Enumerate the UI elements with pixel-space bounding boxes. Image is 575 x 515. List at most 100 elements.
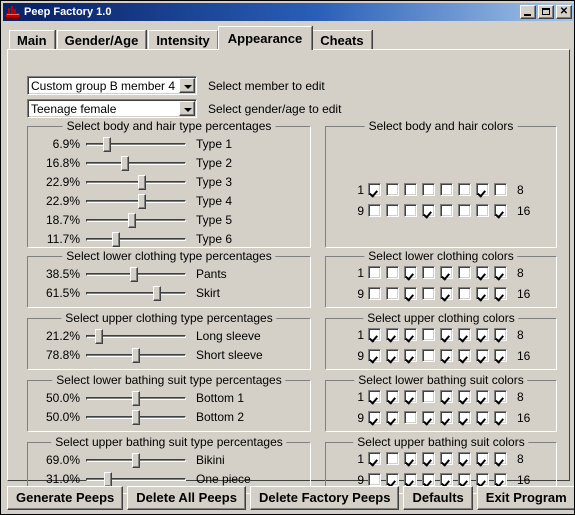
- color-checkbox[interactable]: [440, 390, 453, 403]
- color-checkbox[interactable]: [458, 328, 471, 341]
- color-checkbox[interactable]: [404, 349, 417, 362]
- chevron-down-icon[interactable]: [179, 101, 195, 116]
- color-checkbox[interactable]: [440, 349, 453, 362]
- color-checkbox[interactable]: [440, 452, 453, 465]
- color-checkbox[interactable]: [422, 328, 435, 341]
- color-checkbox[interactable]: [404, 204, 417, 217]
- color-checkbox[interactable]: [386, 411, 399, 424]
- slider-track[interactable]: [86, 143, 186, 146]
- delete-all-peeps-button[interactable]: Delete All Peeps: [127, 486, 246, 510]
- slider-thumb[interactable]: [132, 410, 140, 425]
- generate-peeps-button[interactable]: Generate Peeps: [7, 486, 124, 510]
- member-select[interactable]: Custom group B member 4: [27, 76, 197, 95]
- color-checkbox[interactable]: [440, 328, 453, 341]
- color-checkbox[interactable]: [368, 183, 381, 196]
- close-button[interactable]: ✕: [556, 5, 572, 19]
- slider-thumb[interactable]: [130, 267, 138, 282]
- tab-cheats[interactable]: Cheats: [312, 30, 372, 50]
- color-checkbox[interactable]: [386, 287, 399, 300]
- slider-track[interactable]: [86, 478, 186, 481]
- color-checkbox[interactable]: [476, 349, 489, 362]
- slider-thumb[interactable]: [132, 453, 140, 468]
- delete-factory-peeps-button[interactable]: Delete Factory Peeps: [249, 486, 400, 510]
- color-checkbox[interactable]: [476, 266, 489, 279]
- slider-thumb[interactable]: [132, 348, 140, 363]
- color-checkbox[interactable]: [476, 183, 489, 196]
- color-checkbox[interactable]: [368, 328, 381, 341]
- color-checkbox[interactable]: [458, 349, 471, 362]
- color-checkbox[interactable]: [422, 390, 435, 403]
- color-checkbox[interactable]: [368, 266, 381, 279]
- color-checkbox[interactable]: [404, 266, 417, 279]
- color-checkbox[interactable]: [494, 266, 507, 279]
- color-checkbox[interactable]: [422, 452, 435, 465]
- color-checkbox[interactable]: [476, 287, 489, 300]
- color-checkbox[interactable]: [404, 183, 417, 196]
- slider-track[interactable]: [86, 219, 186, 222]
- slider-thumb[interactable]: [103, 137, 111, 152]
- color-checkbox[interactable]: [386, 204, 399, 217]
- defaults-button[interactable]: Defaults: [403, 486, 473, 510]
- color-checkbox[interactable]: [422, 349, 435, 362]
- color-checkbox[interactable]: [458, 183, 471, 196]
- color-checkbox[interactable]: [494, 204, 507, 217]
- color-checkbox[interactable]: [458, 411, 471, 424]
- color-checkbox[interactable]: [368, 287, 381, 300]
- tab-appearance[interactable]: Appearance: [217, 26, 313, 50]
- slider-track[interactable]: [86, 200, 186, 203]
- color-checkbox[interactable]: [422, 266, 435, 279]
- color-checkbox[interactable]: [386, 390, 399, 403]
- color-checkbox[interactable]: [494, 328, 507, 341]
- color-checkbox[interactable]: [422, 287, 435, 300]
- color-checkbox[interactable]: [386, 266, 399, 279]
- slider-track[interactable]: [86, 181, 186, 184]
- tab-intensity[interactable]: Intensity: [148, 30, 218, 50]
- maximize-button[interactable]: [538, 5, 554, 19]
- color-checkbox[interactable]: [368, 411, 381, 424]
- slider-thumb[interactable]: [153, 286, 161, 301]
- color-checkbox[interactable]: [368, 204, 381, 217]
- color-checkbox[interactable]: [422, 204, 435, 217]
- gender-age-select[interactable]: Teenage female: [27, 99, 197, 118]
- color-checkbox[interactable]: [440, 287, 453, 300]
- color-checkbox[interactable]: [494, 452, 507, 465]
- color-checkbox[interactable]: [386, 183, 399, 196]
- color-checkbox[interactable]: [404, 287, 417, 300]
- slider-thumb[interactable]: [112, 232, 120, 247]
- tab-gender-age[interactable]: Gender/Age: [56, 30, 147, 50]
- minimize-button[interactable]: [520, 5, 536, 19]
- color-checkbox[interactable]: [440, 411, 453, 424]
- slider-thumb[interactable]: [138, 175, 146, 190]
- color-checkbox[interactable]: [404, 452, 417, 465]
- color-checkbox[interactable]: [476, 204, 489, 217]
- color-checkbox[interactable]: [404, 411, 417, 424]
- slider-thumb[interactable]: [95, 329, 103, 344]
- slider-thumb[interactable]: [138, 194, 146, 209]
- color-checkbox[interactable]: [386, 349, 399, 362]
- color-checkbox[interactable]: [458, 390, 471, 403]
- color-checkbox[interactable]: [494, 411, 507, 424]
- color-checkbox[interactable]: [494, 287, 507, 300]
- color-checkbox[interactable]: [440, 183, 453, 196]
- color-checkbox[interactable]: [458, 204, 471, 217]
- color-checkbox[interactable]: [476, 328, 489, 341]
- color-checkbox[interactable]: [422, 411, 435, 424]
- color-checkbox[interactable]: [404, 328, 417, 341]
- color-checkbox[interactable]: [386, 452, 399, 465]
- chevron-down-icon[interactable]: [179, 78, 195, 93]
- color-checkbox[interactable]: [476, 411, 489, 424]
- color-checkbox[interactable]: [476, 452, 489, 465]
- slider-track[interactable]: [86, 162, 186, 165]
- slider-thumb[interactable]: [132, 391, 140, 406]
- color-checkbox[interactable]: [494, 183, 507, 196]
- color-checkbox[interactable]: [368, 452, 381, 465]
- color-checkbox[interactable]: [440, 266, 453, 279]
- exit-program-button[interactable]: Exit Program: [476, 486, 574, 510]
- slider-thumb[interactable]: [128, 213, 136, 228]
- color-checkbox[interactable]: [458, 452, 471, 465]
- color-checkbox[interactable]: [422, 183, 435, 196]
- color-checkbox[interactable]: [368, 349, 381, 362]
- color-checkbox[interactable]: [476, 390, 489, 403]
- color-checkbox[interactable]: [440, 204, 453, 217]
- slider-track[interactable]: [86, 292, 186, 295]
